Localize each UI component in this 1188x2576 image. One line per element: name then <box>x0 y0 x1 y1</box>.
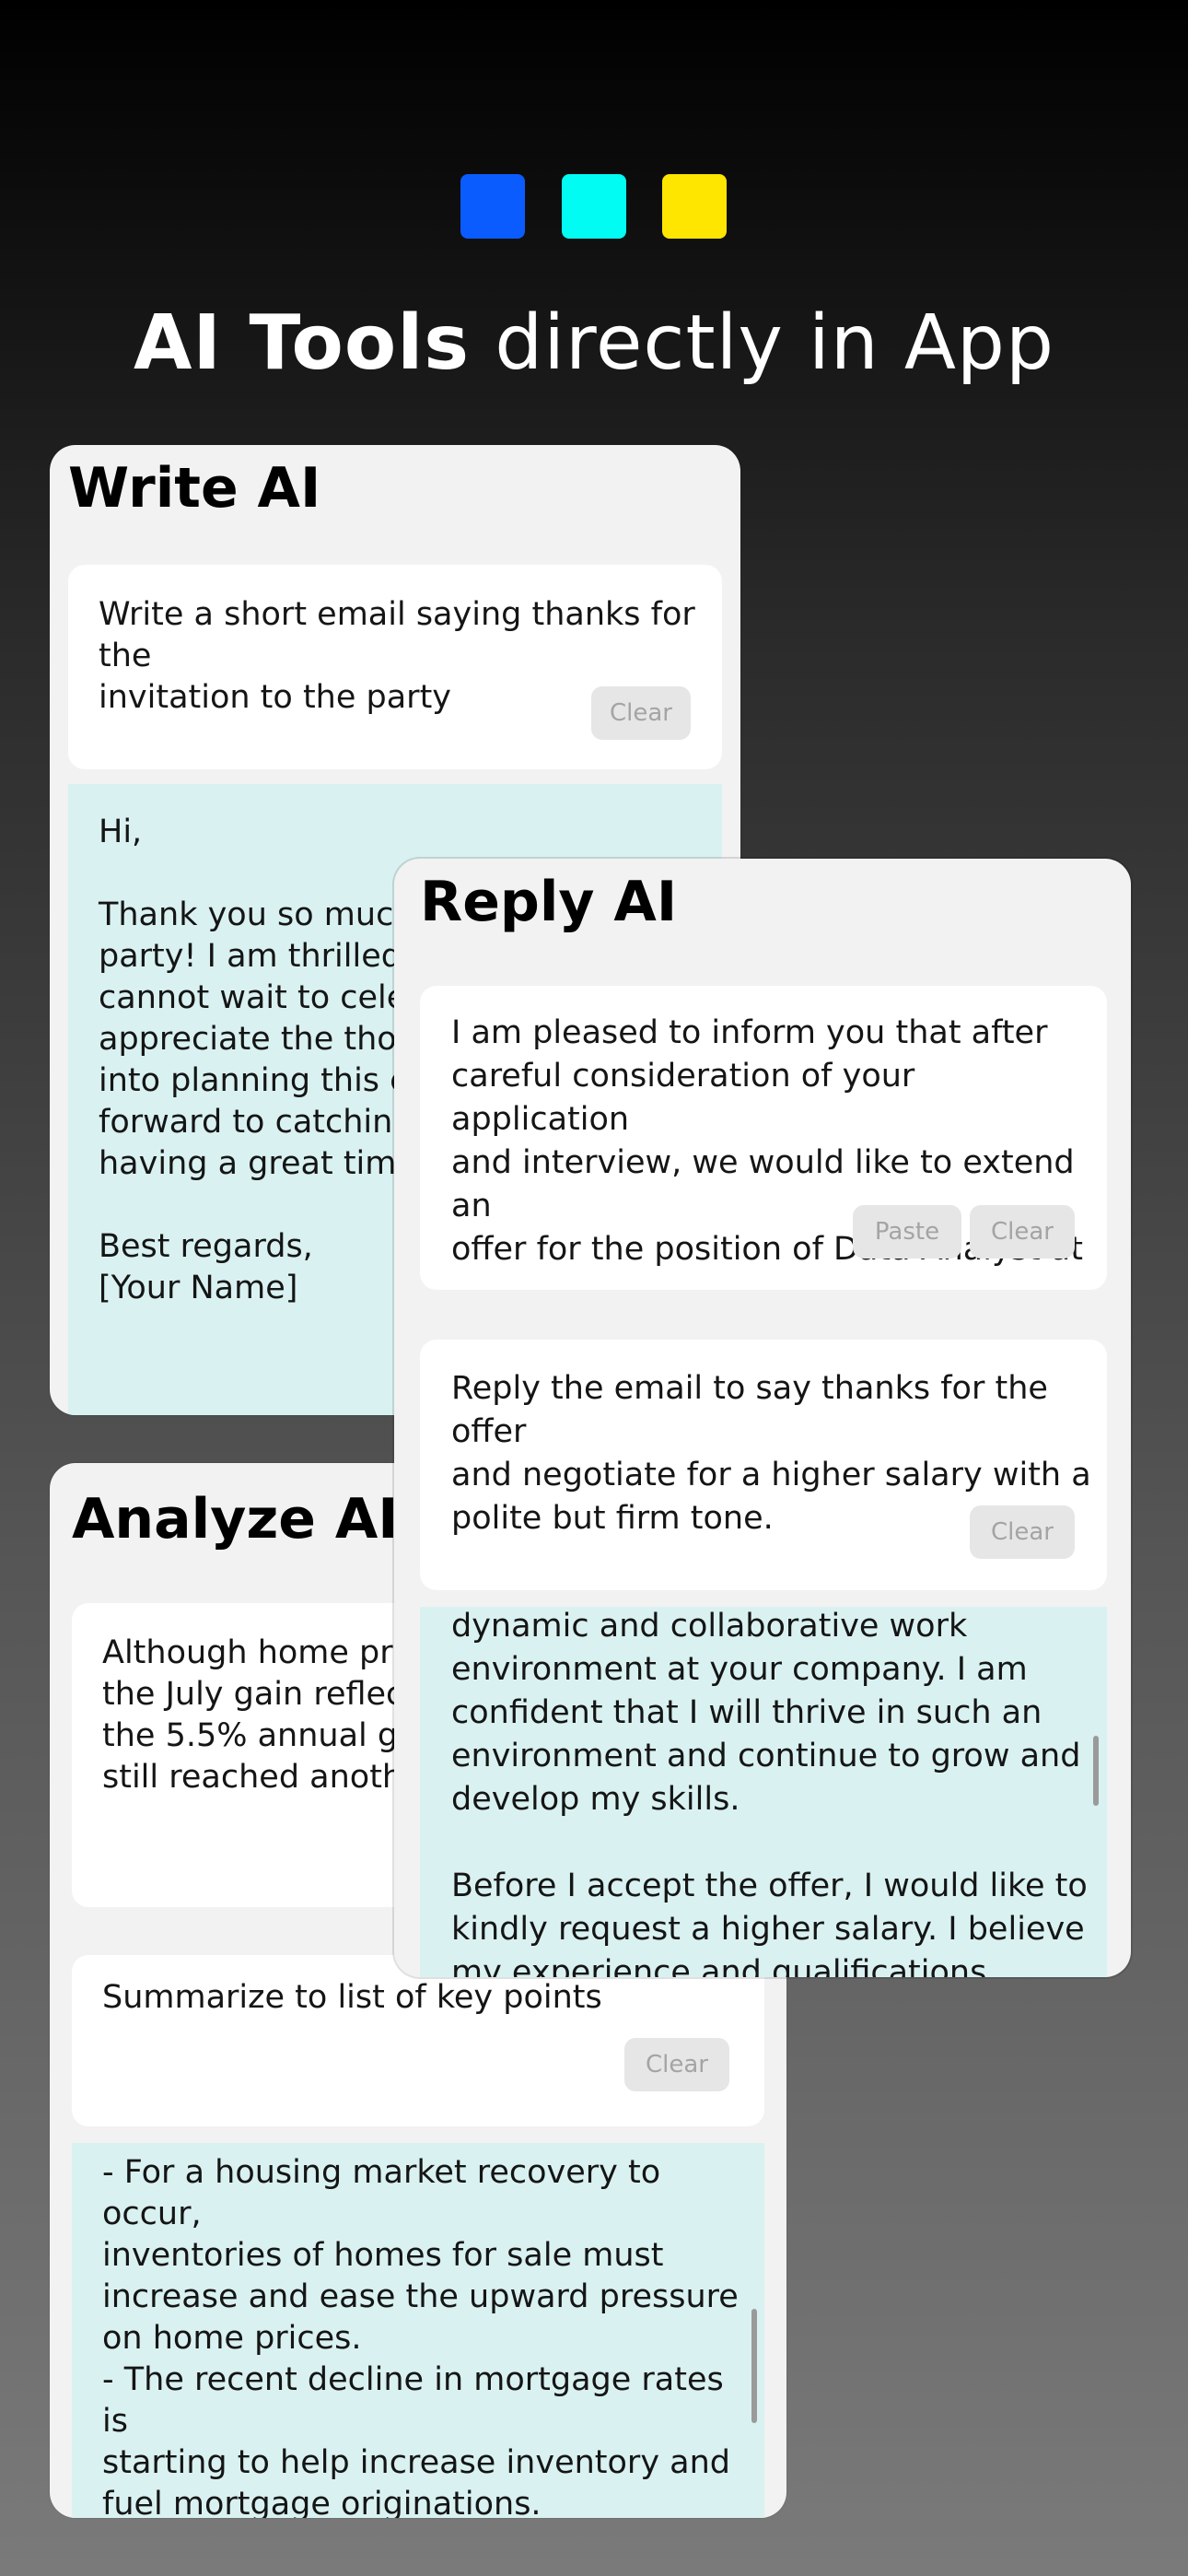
analyze-ai-result-text: - For a housing market recovery to occur… <box>102 2154 739 2518</box>
reply-ai-source-panel[interactable]: I am pleased to inform you that after ca… <box>420 986 1107 1290</box>
write-ai-clear-button[interactable]: Clear <box>591 686 691 740</box>
reply-ai-paste-button[interactable]: Paste <box>853 1205 961 1259</box>
analyze-ai-result: - For a housing market recovery to occur… <box>72 2143 764 2518</box>
analyze-ai-title: Analyze AI <box>72 1487 399 1551</box>
analyze-ai-scrollbar[interactable] <box>751 2309 757 2423</box>
analyze-ai-clear-button[interactable]: Clear <box>624 2038 729 2091</box>
blue-swatch <box>460 174 525 239</box>
analyze-ai-instruction-text[interactable]: Summarize to list of key points <box>102 1977 747 2019</box>
reply-ai-title: Reply AI <box>420 870 678 934</box>
analyze-ai-instruction-panel[interactable]: Summarize to list of key points Clear <box>72 1955 764 2126</box>
reply-ai-instruction-clear-button[interactable]: Clear <box>970 1505 1075 1559</box>
reply-ai-instruction-panel[interactable]: Reply the email to say thanks for the of… <box>420 1340 1107 1590</box>
reply-ai-clear-button[interactable]: Clear <box>970 1205 1075 1259</box>
headline-strong: AI Tools <box>133 299 471 387</box>
headline-light: directly in App <box>495 299 1055 387</box>
cyan-swatch <box>562 174 626 239</box>
reply-ai-card: Reply AI I am pleased to inform you that… <box>394 859 1131 1977</box>
reply-ai-result-text: dynamic and collaborative work environme… <box>451 1608 1088 1977</box>
headline: AI Tools directly in App <box>0 293 1188 394</box>
reply-ai-result: dynamic and collaborative work environme… <box>420 1607 1107 1977</box>
write-ai-title: Write AI <box>68 456 321 521</box>
yellow-swatch <box>662 174 727 239</box>
reply-ai-scrollbar[interactable] <box>1093 1736 1099 1806</box>
write-ai-prompt-panel[interactable]: Write a short email saying thanks for th… <box>68 565 722 769</box>
